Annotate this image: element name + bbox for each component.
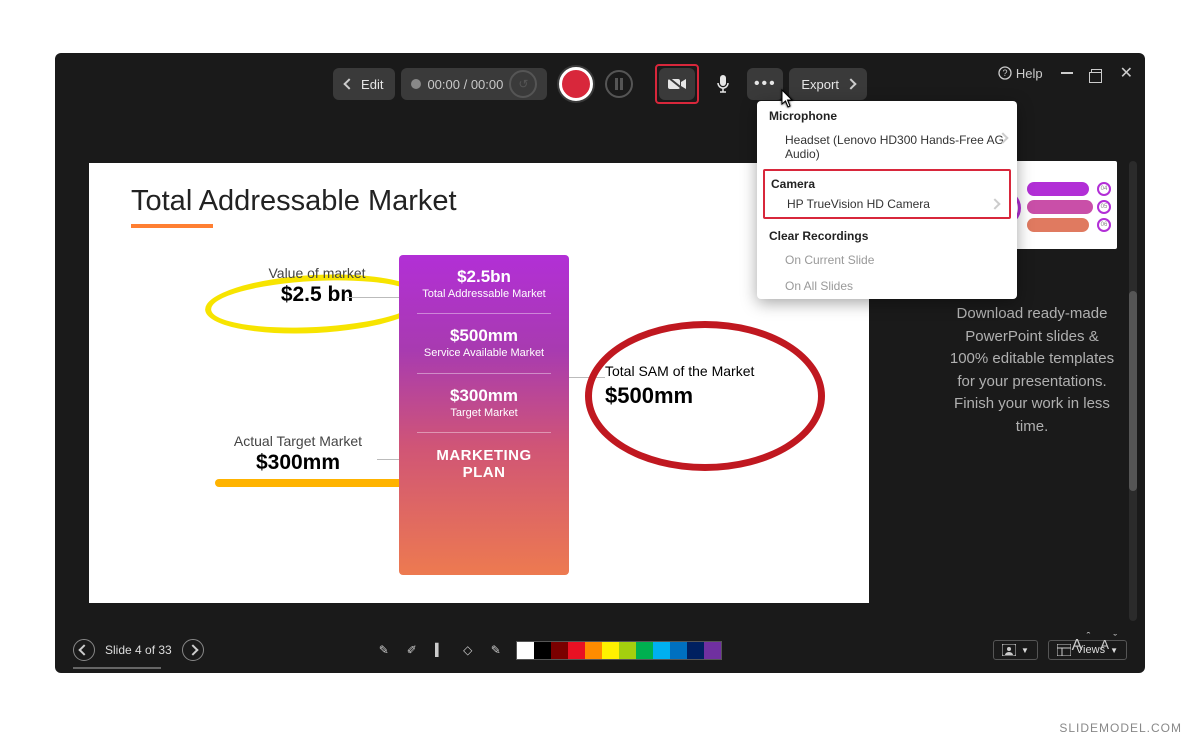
chevron-left-icon [343, 78, 354, 89]
target-market-block: Actual Target Market $300mm [203, 433, 393, 475]
timer-text: 00:00 / 00:00 [427, 77, 503, 92]
value-of-market-value: $2.5 bn [227, 283, 407, 307]
color-swatch[interactable] [551, 642, 568, 659]
orange-annotation-underline [215, 479, 425, 487]
export-button[interactable]: Export [789, 68, 867, 100]
camera-device-item[interactable]: HP TrueVision HD Camera [765, 193, 1009, 217]
microphone-device-item[interactable]: Headset (Lenovo HD300 Hands-Free AG Audi… [757, 127, 1017, 167]
thumb-row [1027, 200, 1093, 214]
record-indicator-icon [411, 79, 421, 89]
laser-tool[interactable]: ✎ [374, 640, 394, 660]
person-icon [1002, 644, 1016, 656]
settings-dropdown: Microphone Headset (Lenovo HD300 Hands-F… [757, 101, 1017, 299]
thumb-row [1027, 218, 1089, 232]
color-swatch[interactable] [653, 642, 670, 659]
funnel-seg3-label: Target Market [413, 406, 555, 420]
cameo-button[interactable]: ▼ [993, 640, 1038, 660]
camera-header: Camera [765, 171, 1009, 193]
chevron-right-icon [845, 78, 856, 89]
color-swatch[interactable] [636, 642, 653, 659]
value-of-market-block: Value of market $2.5 bn [227, 265, 407, 307]
pen-tool-2[interactable]: ✎ [486, 640, 506, 660]
rewind-button[interactable]: ↺ [509, 70, 537, 98]
more-options-button[interactable]: ••• [747, 68, 783, 100]
highlighter-tool[interactable]: ▍ [430, 640, 450, 660]
target-market-label: Actual Target Market [203, 433, 393, 449]
edit-button[interactable]: Edit [333, 68, 395, 100]
color-swatch[interactable] [585, 642, 602, 659]
value-of-market-label: Value of market [227, 265, 407, 281]
funnel-seg2-value: $500mm [413, 326, 555, 346]
clear-all-slides-item[interactable]: On All Slides [757, 273, 1017, 299]
sam-label: Total SAM of the Market [605, 363, 754, 379]
slide-progress-bar [73, 667, 161, 669]
camera-highlight-section: Camera HP TrueVision HD Camera [763, 169, 1011, 219]
slide-counter: Slide 4 of 33 [105, 643, 172, 657]
color-swatch[interactable] [517, 642, 534, 659]
color-swatch[interactable] [568, 642, 585, 659]
color-swatch[interactable] [534, 642, 551, 659]
clear-recordings-header: Clear Recordings [757, 221, 1017, 247]
promo-text: Download ready-made PowerPoint slides & … [947, 303, 1117, 438]
font-size-controls: A A [1072, 637, 1109, 655]
camera-device-label: HP TrueVision HD Camera [787, 197, 930, 211]
color-swatch[interactable] [670, 642, 687, 659]
color-swatch[interactable] [704, 642, 721, 659]
sam-block: Total SAM of the Market $500mm [605, 363, 754, 409]
color-swatch[interactable] [619, 642, 636, 659]
microphone-button[interactable] [705, 68, 741, 100]
thumb-number: 06 [1097, 218, 1111, 232]
scrollbar-thumb[interactable] [1129, 291, 1137, 491]
chevron-right-icon [187, 644, 198, 655]
app-window: ? Help ✕ Edit 00:00 / 00:00 ↺ [55, 53, 1145, 673]
sam-value: $500mm [605, 383, 754, 409]
font-increase-button[interactable]: A [1072, 637, 1083, 655]
camera-highlight-box [655, 64, 699, 104]
title-underline [131, 224, 213, 228]
connector-line [377, 459, 399, 460]
clear-current-slide-item[interactable]: On Current Slide [757, 247, 1017, 273]
microphone-header: Microphone [757, 101, 1017, 127]
funnel-seg2-label: Service Available Market [413, 346, 555, 360]
prev-slide-button[interactable] [73, 639, 95, 661]
color-swatch[interactable] [687, 642, 704, 659]
record-button[interactable] [559, 67, 593, 101]
side-scrollbar[interactable] [1129, 161, 1137, 621]
funnel-seg1-value: $2.5bn [413, 267, 555, 287]
ellipsis-icon: ••• [754, 75, 777, 93]
pause-button[interactable] [605, 70, 633, 98]
color-swatch[interactable] [602, 642, 619, 659]
thumb-row [1027, 182, 1089, 196]
eraser-tool[interactable]: ◇ [458, 640, 478, 660]
timer-pill: 00:00 / 00:00 ↺ [401, 68, 547, 100]
ink-tools: ✎ ✐ ▍ ◇ ✎ [374, 640, 506, 660]
target-market-value: $300mm [203, 451, 393, 475]
microphone-icon [716, 74, 730, 94]
watermark: SLIDEMODEL.COM [1059, 721, 1182, 735]
slide-canvas[interactable]: Total Addressable Market Value of market… [89, 163, 869, 603]
export-label: Export [801, 77, 839, 92]
font-decrease-button[interactable]: A [1100, 637, 1109, 655]
thumb-number: 05 [1097, 200, 1111, 214]
camera-toggle-button[interactable] [659, 68, 695, 100]
pen-tool[interactable]: ✐ [402, 640, 422, 660]
chevron-left-icon [78, 644, 89, 655]
funnel-chart: $2.5bn Total Addressable Market $500mm S… [399, 255, 569, 575]
next-slide-button[interactable] [182, 639, 204, 661]
funnel-seg1-label: Total Addressable Market [413, 287, 555, 301]
thumb-number: 04 [1097, 182, 1111, 196]
edit-label: Edit [361, 77, 383, 92]
connector-line [347, 297, 399, 298]
chevron-right-icon [989, 198, 1000, 209]
funnel-plan-label: MARKETING PLAN [399, 433, 569, 495]
layout-icon [1057, 644, 1071, 656]
microphone-device-label: Headset (Lenovo HD300 Hands-Free AG Audi… [785, 133, 1004, 161]
bottom-toolbar: Slide 4 of 33 ✎ ✐ ▍ ◇ ✎ ▼ Views ▼ [55, 639, 1145, 661]
funnel-seg3-value: $300mm [413, 386, 555, 406]
color-swatches [516, 641, 722, 660]
video-off-icon [667, 77, 687, 91]
